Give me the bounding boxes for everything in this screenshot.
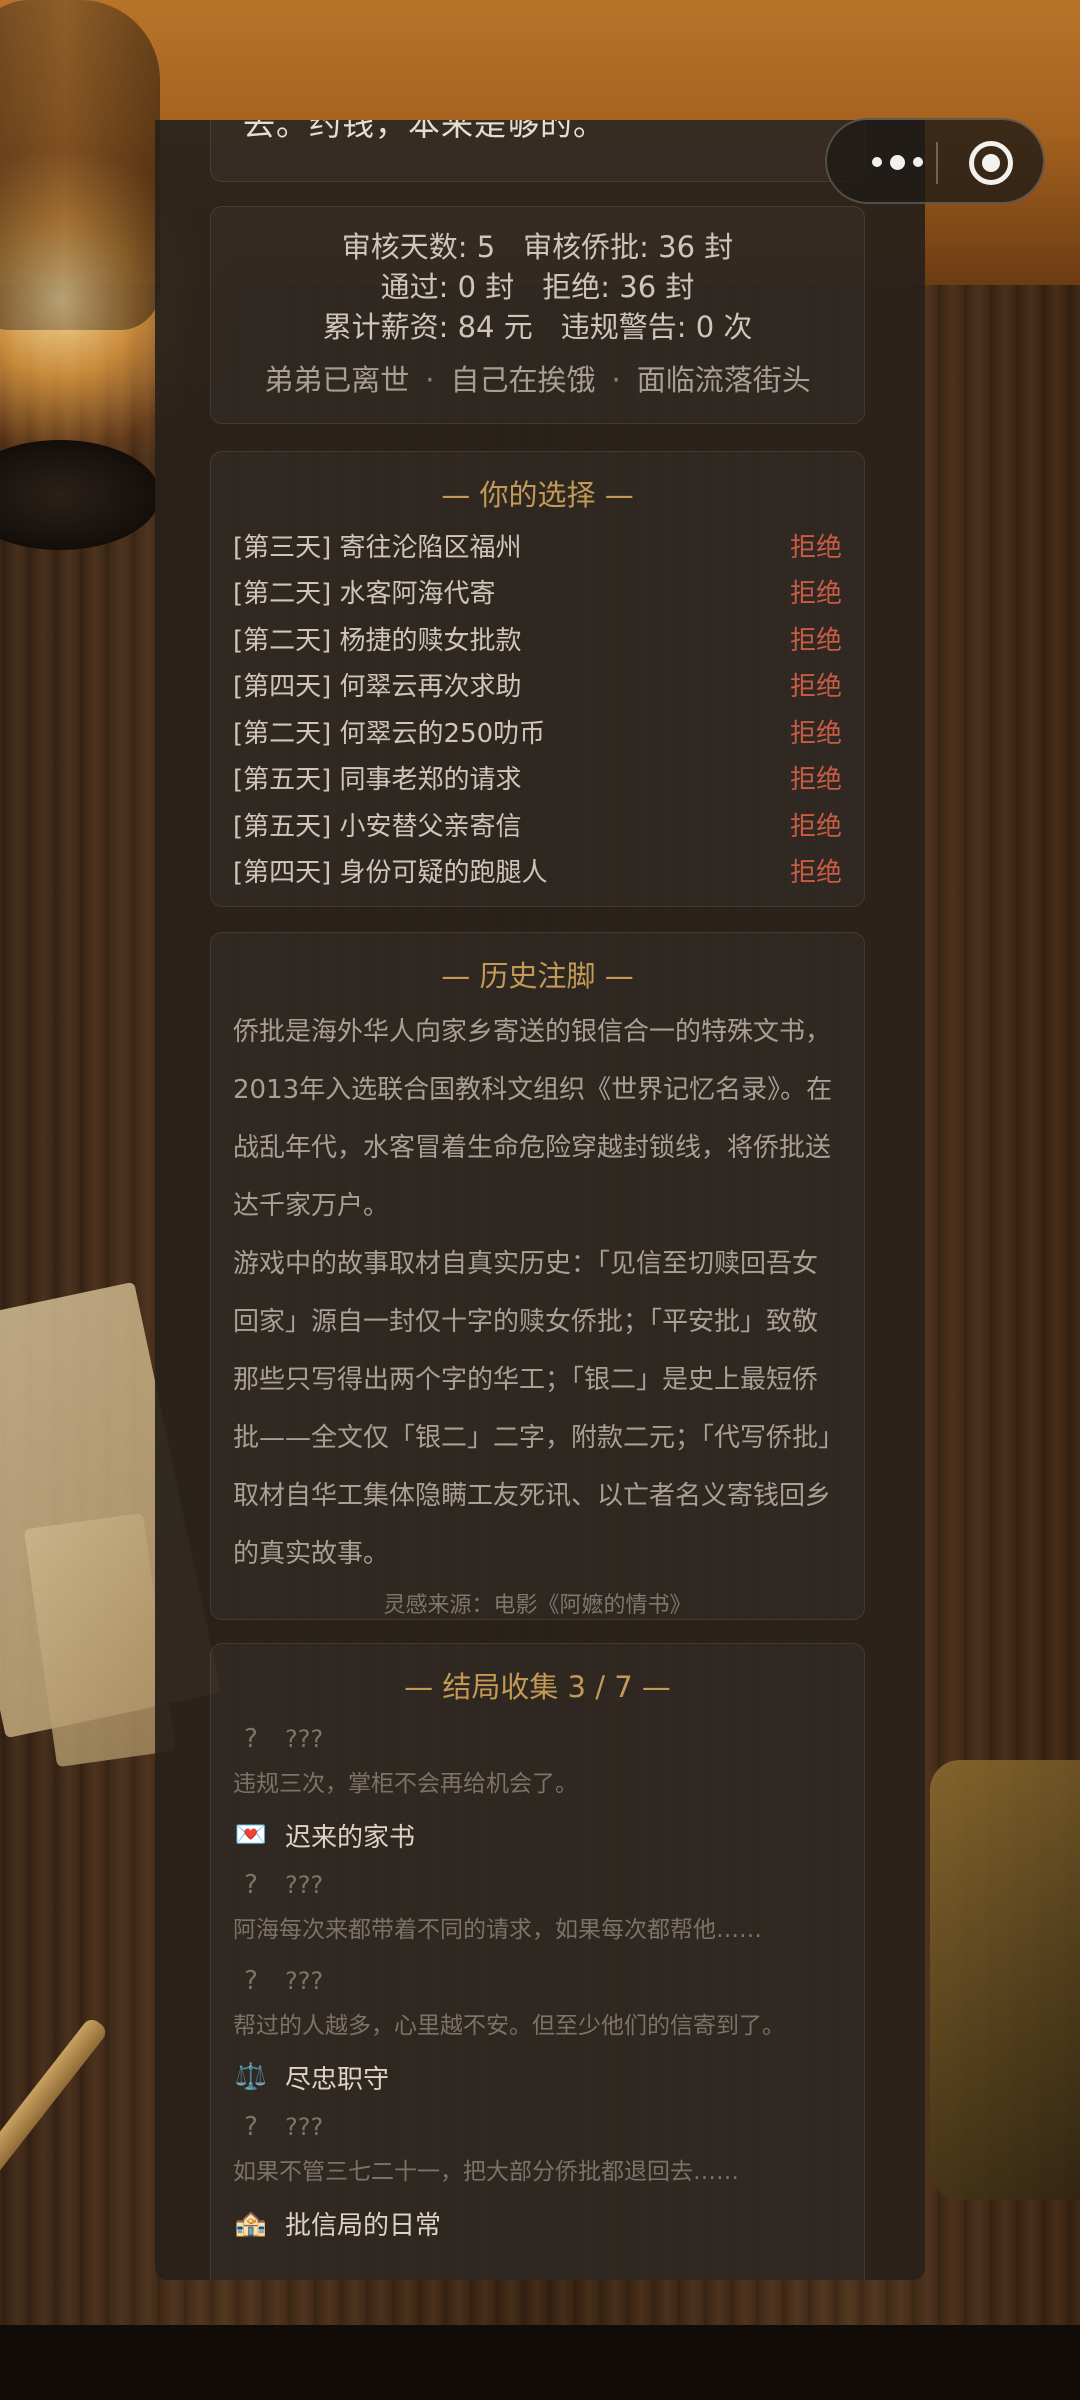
history-paragraph: 游戏中的故事取材自真实历史：「见信至切赎回吾女回家」源自一封仅十字的赎女侨批；「… <box>233 1249 832 1569</box>
history-paragraph: 侨批是海外华人向家乡寄送的银信合一的特殊文书，2013年入选联合国教科文组织《世… <box>233 1017 833 1221</box>
stats-row-1: 审核天数: 5 审核侨批: 36 封 <box>211 227 864 267</box>
ending-hint: 如果不管三七二十一，把大部分侨批都退回去…… <box>233 2159 739 2185</box>
close-target-icon[interactable] <box>969 141 1013 185</box>
ending-name: 迟来的家书 <box>285 1822 416 1853</box>
previous-card: 去。约钱，本来是够的。 <box>210 120 865 182</box>
result-panel[interactable]: 去。约钱，本来是够的。 审核天数: 5 审核侨批: 36 封 通过: 0 封拒绝:… <box>155 120 925 2280</box>
ending-item-locked: ???? 如果不管三七二十一，把大部分侨批都退回去…… <box>211 2102 864 2198</box>
ending-item-locked: ???? 帮过的人越多，心里越不安。但至少他们的信寄到了。 <box>211 1956 864 2052</box>
inkwell <box>930 1760 1080 2200</box>
ending-hint: 违规三次，掌柜不会再给机会了。 <box>233 1771 578 1797</box>
stats-row-2: 通过: 0 封拒绝: 36 封 <box>211 267 864 307</box>
choice-row: [第二天] 水客阿海代寄 拒绝 <box>211 569 864 616</box>
choice-label: [第五天] 小安替父亲寄信 <box>233 811 522 842</box>
choice-row: [第四天] 何翠云再次求助 拒绝 <box>211 662 864 709</box>
stat-passed: 通过: 0 封 <box>380 270 515 304</box>
ending-item-locked: ???? 阿海每次来都带着不同的请求，如果每次都帮他…… <box>211 1860 864 1956</box>
choice-label: [第五天] 同事老郑的请求 <box>233 765 522 796</box>
choice-result: 拒绝 <box>789 672 842 703</box>
ending-name: ??? <box>285 1967 324 1995</box>
status-line: 弟弟已离世 · 自己在挨饿 · 面临流落街头 <box>211 357 864 399</box>
ending-name: 尽忠职守 <box>285 2064 390 2095</box>
stat-days: 审核天数: 5 <box>341 230 496 264</box>
separator-dot: · <box>611 363 621 397</box>
ending-item-unlocked: 💌 迟来的家书 <box>211 1810 864 1860</box>
mini-program-capsule <box>825 118 1045 204</box>
choice-row: [第五天] 同事老郑的请求 拒绝 <box>211 755 864 802</box>
status-hungry: 自己在挨饿 <box>450 363 596 397</box>
ending-name: ??? <box>285 2113 324 2141</box>
background-bottom <box>0 2325 1080 2400</box>
status-homeless: 面临流落街头 <box>636 363 811 397</box>
ending-item-unlocked: 🏤 批信局的日常 <box>211 2198 864 2248</box>
choice-row: [第二天] 何翠云的250叻币 拒绝 <box>211 708 864 755</box>
capsule-divider <box>936 142 938 184</box>
more-dot-icon <box>912 157 923 167</box>
choice-result: 拒绝 <box>789 765 842 796</box>
question-icon: ? <box>244 1966 258 1996</box>
question-icon: ? <box>244 2112 258 2142</box>
ending-name: ??? <box>285 1871 324 1899</box>
more-dot-icon <box>871 157 882 167</box>
choice-label: [第四天] 身份可疑的跑腿人 <box>233 858 548 889</box>
stat-wage: 累计薪资: 84 元 <box>322 310 533 344</box>
choice-result: 拒绝 <box>789 858 842 889</box>
stats-card: 审核天数: 5 审核侨批: 36 封 通过: 0 封拒绝: 36 封 累计薪资: … <box>210 206 865 424</box>
post-office-icon: 🏤 <box>234 2208 268 2238</box>
choice-label: [第二天] 何翠云的250叻币 <box>233 718 546 749</box>
choice-row: [第二天] 杨捷的赎女批款 拒绝 <box>211 615 864 662</box>
choice-row: [第五天] 小安替父亲寄信 拒绝 <box>211 801 864 848</box>
endings-title: — 结局收集 3 / 7 — <box>404 1670 671 1704</box>
ending-hint: 阿海每次来都带着不同的请求，如果每次都帮他…… <box>233 1917 762 1943</box>
history-card: — 历史注脚 — 侨批是海外华人向家乡寄送的银信合一的特殊文书，2013年入选联… <box>210 932 865 1620</box>
ending-hint: 帮过的人越多，心里越不安。但至少他们的信寄到了。 <box>233 2013 785 2039</box>
scales-icon: ⚖️ <box>234 2062 268 2092</box>
stats-row-3: 累计薪资: 84 元违规警告: 0 次 <box>211 307 864 347</box>
choice-result: 拒绝 <box>789 625 842 656</box>
inspiration-source: 灵感来源：电影《阿嬷的情书》 <box>383 1593 692 1618</box>
status-brother: 弟弟已离世 <box>264 363 410 397</box>
choice-result: 拒绝 <box>789 532 842 563</box>
choice-label: [第二天] 杨捷的赎女批款 <box>233 625 522 656</box>
love-letter-icon: 💌 <box>234 1820 268 1850</box>
choice-label: [第四天] 何翠云再次求助 <box>233 672 522 703</box>
stat-rejected: 拒绝: 36 封 <box>542 270 695 304</box>
choice-row: [第四天] 身份可疑的跑腿人 拒绝 <box>211 848 864 895</box>
choice-label: [第二天] 水客阿海代寄 <box>233 579 496 610</box>
ending-name: ??? <box>285 1725 324 1753</box>
more-dot-icon <box>889 154 905 170</box>
choice-result: 拒绝 <box>789 811 842 842</box>
endings-card: — 结局收集 3 / 7 — ???? 违规三次，掌柜不会再给机会了。 💌 迟来的… <box>210 1643 865 2280</box>
more-menu-button[interactable] <box>857 142 937 182</box>
previous-card-text: 去。约钱，本来是够的。 <box>243 120 607 143</box>
ending-item-locked: ???? 违规三次，掌柜不会再给机会了。 <box>211 1714 864 1810</box>
choice-result: 拒绝 <box>789 579 842 610</box>
stat-warnings: 违规警告: 0 次 <box>560 310 753 344</box>
ending-name: 批信局的日常 <box>285 2210 442 2241</box>
history-title: — 历史注脚 — <box>441 959 634 993</box>
choice-result: 拒绝 <box>789 718 842 749</box>
ending-item-unlocked: ⚖️ 尽忠职守 <box>211 2052 864 2102</box>
choices-title: — 你的选择 — <box>441 478 634 512</box>
question-icon: ? <box>244 1724 258 1754</box>
question-icon: ? <box>244 1870 258 1900</box>
choices-card: — 你的选择 — [第三天] 寄往沦陷区福州 拒绝 [第二天] 水客阿海代寄 拒绝 … <box>210 451 865 907</box>
stat-reviewed: 审核侨批: 36 封 <box>523 230 734 264</box>
separator-dot: · <box>425 363 435 397</box>
choice-label: [第三天] 寄往沦陷区福州 <box>233 532 522 563</box>
choice-row: [第三天] 寄往沦陷区福州 拒绝 <box>211 522 864 569</box>
oil-lamp <box>0 0 160 330</box>
